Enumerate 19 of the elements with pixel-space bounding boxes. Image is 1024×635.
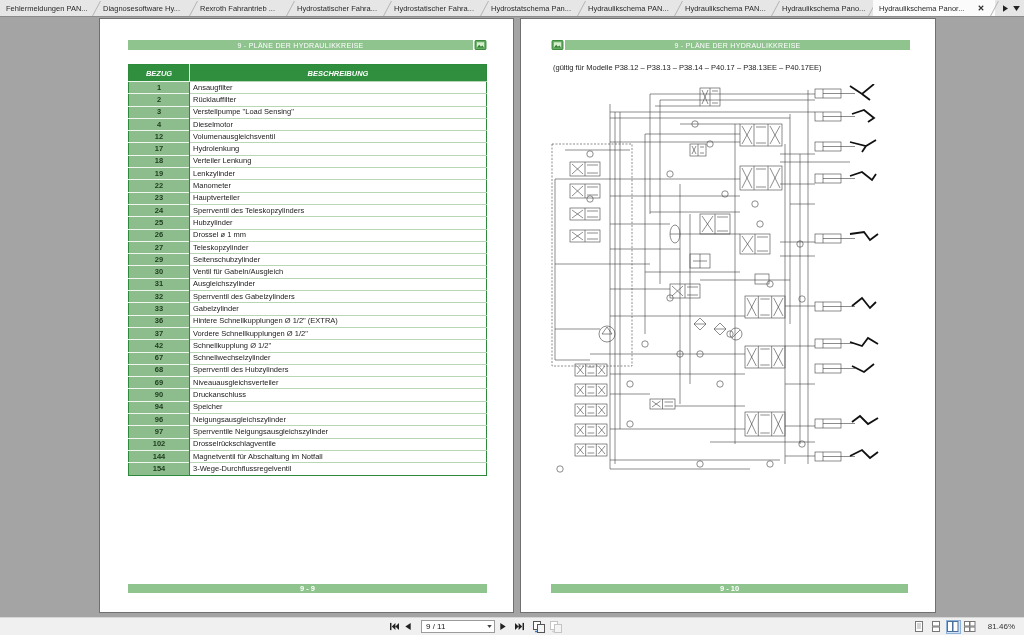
picture-icon — [551, 40, 564, 50]
page-select[interactable]: 9 / 11 — [421, 620, 495, 633]
stacked-pages-icon — [930, 621, 943, 632]
zoom-level: 81.46% — [987, 622, 1015, 631]
view-mode-button[interactable] — [962, 619, 978, 634]
skip-back-icon[interactable] — [390, 622, 399, 631]
pages-icon[interactable] — [533, 620, 545, 633]
page-icon — [913, 621, 926, 632]
right-triangle-icon[interactable] — [1003, 4, 1008, 12]
right-triangle-icon[interactable] — [500, 622, 506, 631]
two-stacked-pages-icon — [964, 621, 977, 632]
skip-forward-icon[interactable] — [515, 622, 524, 631]
down-triangle-icon[interactable] — [1013, 5, 1020, 11]
two-page-icon — [947, 621, 960, 632]
caret-icon — [487, 625, 492, 628]
close-icon[interactable] — [978, 5, 985, 11]
left-triangle-icon[interactable] — [405, 622, 411, 631]
picture-icon — [474, 40, 487, 50]
view-mode-button[interactable] — [945, 619, 961, 634]
